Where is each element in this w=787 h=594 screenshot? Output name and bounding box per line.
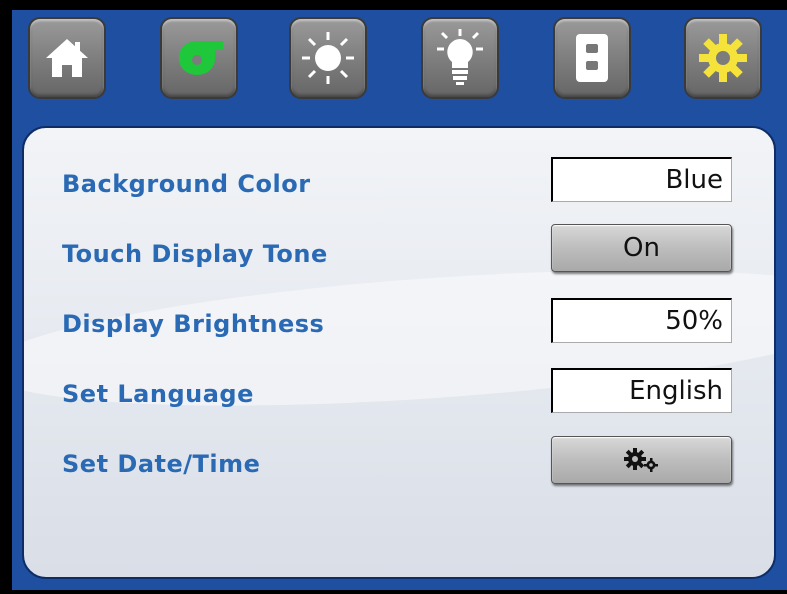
tab-fan[interactable] xyxy=(160,17,238,99)
lightbulb-icon xyxy=(437,29,483,85)
device-frame: Background Color Blue Touch Display Tone… xyxy=(0,0,787,594)
tab-settings[interactable] xyxy=(684,17,762,99)
tab-switch[interactable] xyxy=(553,17,631,99)
touch-tone-button[interactable]: On xyxy=(551,224,732,272)
display-brightness-label: Display Brightness xyxy=(62,310,325,338)
wall-switch-icon xyxy=(576,34,608,82)
home-icon xyxy=(46,39,88,77)
touch-tone-value: On xyxy=(623,233,660,263)
display-brightness-field[interactable]: 50% xyxy=(551,298,732,343)
sun-icon xyxy=(302,32,354,84)
set-language-field[interactable]: English xyxy=(551,368,732,413)
tab-lighting[interactable] xyxy=(421,17,499,99)
background-color-field[interactable]: Blue xyxy=(551,157,732,202)
set-date-time-button[interactable] xyxy=(551,436,732,484)
tab-home[interactable] xyxy=(28,17,106,99)
gears-icon xyxy=(623,448,658,472)
fan-icon xyxy=(178,40,223,75)
set-language-label: Set Language xyxy=(62,380,254,408)
tab-sun[interactable] xyxy=(289,17,367,99)
background-color-label: Background Color xyxy=(62,170,311,198)
gear-icon xyxy=(699,34,747,82)
touch-tone-label: Touch Display Tone xyxy=(62,240,328,268)
set-date-time-label: Set Date/Time xyxy=(62,450,261,478)
